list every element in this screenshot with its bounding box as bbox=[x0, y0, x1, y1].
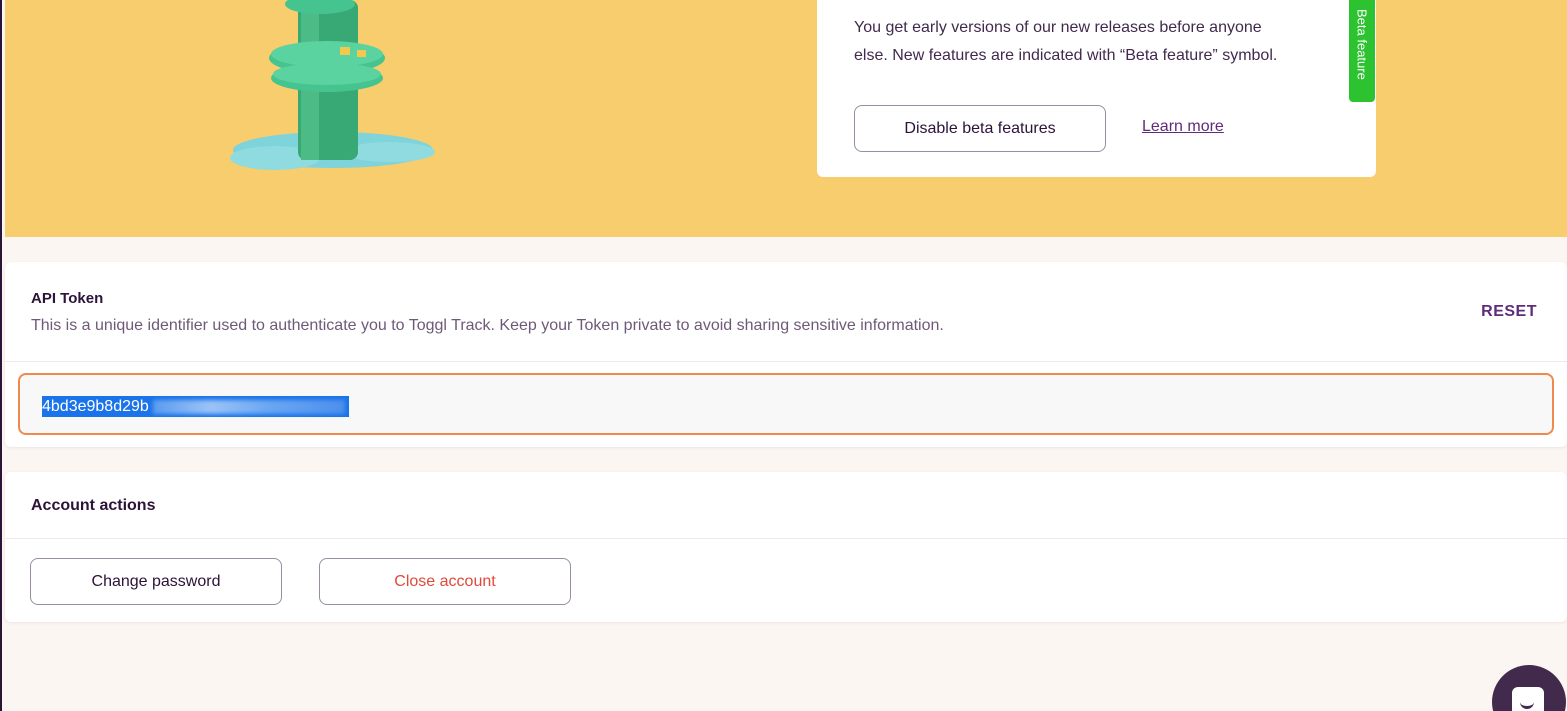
close-account-button[interactable]: Close account bbox=[319, 558, 571, 605]
beta-illustration bbox=[230, 0, 435, 170]
beta-feature-tag-label: Beta feature bbox=[1354, 9, 1370, 80]
divider bbox=[5, 538, 1567, 539]
reset-token-button[interactable]: RESET bbox=[1481, 303, 1537, 321]
change-password-button[interactable]: Change password bbox=[30, 558, 282, 605]
api-token-card: API Token This is a unique identifier us… bbox=[5, 262, 1567, 447]
disable-beta-button[interactable]: Disable beta features bbox=[854, 105, 1106, 152]
beta-banner: You get early versions of our new releas… bbox=[5, 0, 1567, 237]
account-actions-card: Account actions Change password Close ac… bbox=[5, 472, 1567, 622]
api-token-description: This is a unique identifier used to auth… bbox=[31, 317, 944, 334]
beta-card: You get early versions of our new releas… bbox=[817, 0, 1376, 177]
api-token-visible-text: 4bd3e9b8d29b bbox=[42, 398, 149, 415]
account-actions-title: Account actions bbox=[31, 497, 156, 514]
chat-icon bbox=[1512, 687, 1544, 711]
window-edge bbox=[0, 0, 2, 711]
api-token-field[interactable]: 4bd3e9b8d29b bbox=[18, 373, 1554, 435]
beta-description: You get early versions of our new releas… bbox=[854, 14, 1344, 70]
divider bbox=[5, 361, 1567, 362]
api-token-title: API Token bbox=[31, 290, 104, 307]
api-token-redacted bbox=[152, 399, 345, 414]
beta-feature-tag: Beta feature bbox=[1349, 0, 1375, 102]
chat-widget-button[interactable] bbox=[1492, 665, 1566, 711]
beta-description-line1: You get early versions of our new releas… bbox=[854, 19, 1262, 36]
learn-more-link[interactable]: Learn more bbox=[1142, 118, 1224, 136]
beta-description-line2: else. New features are indicated with “B… bbox=[854, 47, 1278, 64]
api-token-value[interactable]: 4bd3e9b8d29b bbox=[42, 396, 349, 417]
